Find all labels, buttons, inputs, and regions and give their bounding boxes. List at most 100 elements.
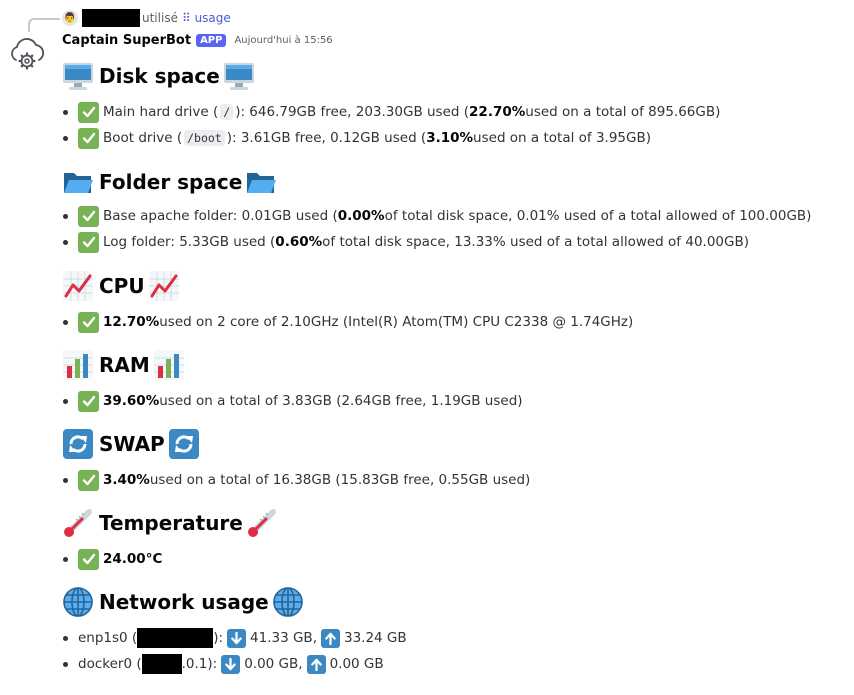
list-item: Boot drive (/boot): 3.61GB free, 0.12GB … [62, 125, 720, 151]
desktop-computer-icon [223, 60, 255, 92]
cpu-title: CPU [99, 274, 145, 298]
item-text: Boot drive ( [103, 130, 183, 146]
interface-name: enp1s0 ( [78, 630, 138, 646]
upload-value: 33.24 GB [343, 630, 407, 646]
temperature-title: Temperature [99, 511, 243, 535]
usage-percent: 12.70% [103, 314, 160, 330]
swap-heading: SWAP [62, 428, 530, 460]
swap-title: SWAP [99, 432, 165, 456]
bot-avatar-cloud-gear-icon[interactable] [6, 30, 48, 72]
open-folder-icon [245, 166, 277, 198]
usage-percent: 3.40% [103, 472, 150, 488]
usage-percent: 22.70% [469, 104, 526, 120]
redacted-ip [137, 628, 214, 648]
command-name: usage [194, 11, 231, 25]
inline-code: /boot [184, 130, 225, 146]
temperature-section: Temperature 24.00°C [62, 507, 278, 572]
cpu-section: CPU 12.70% used on 2 core of 2.10GHz (In… [62, 270, 633, 335]
globe-icon [272, 586, 304, 618]
cpu-heading: CPU [62, 270, 633, 302]
down-arrow-icon [227, 628, 247, 648]
bot-username[interactable]: Captain SuperBot [62, 33, 191, 48]
usage-percent: 39.60% [103, 393, 160, 409]
desktop-computer-icon [62, 60, 94, 92]
down-arrow-icon [221, 654, 241, 674]
slash-command-icon: ⠿ [181, 11, 191, 25]
item-text: used on a total of 895.66GB) [525, 104, 721, 120]
item-text: Main hard drive ( [103, 104, 219, 120]
up-arrow-icon [320, 628, 340, 648]
arrows-counterclockwise-icon [168, 428, 200, 460]
folder-section: Folder space Base apache folder: 0.01GB … [62, 166, 811, 255]
up-arrow-icon [306, 654, 326, 674]
app-badge: APP [196, 34, 227, 47]
check-mark-button-icon [78, 311, 99, 333]
ram-heading: RAM [62, 349, 523, 381]
disk-title: Disk space [99, 64, 220, 88]
message-timestamp[interactable]: Aujourd'hui à 15:56 [234, 35, 332, 46]
arrows-counterclockwise-icon [62, 428, 94, 460]
item-text: of total disk space, 13.33% used of a to… [322, 234, 749, 250]
message-header: Captain SuperBot APP Aujourd'hui à 15:56 [62, 33, 333, 48]
thermometer-icon [246, 507, 278, 539]
network-title: Network usage [99, 590, 269, 614]
usage-percent: 0.00% [337, 208, 385, 224]
network-heading: Network usage [62, 586, 407, 618]
item-text: ): [213, 630, 224, 646]
download-value: 41.33 GB, [250, 630, 317, 646]
disk-section: Disk space Main hard drive (/): 646.79GB… [62, 60, 720, 151]
download-value: 0.00 GB, [244, 656, 303, 672]
item-text: used on a total of 16.38GB (15.83GB free… [149, 472, 531, 488]
item-text: used on a total of 3.83GB (2.64GB free, … [159, 393, 523, 409]
check-mark-button-icon [78, 231, 99, 253]
folder-heading: Folder space [62, 166, 811, 198]
item-text: used on a total of 3.95GB) [473, 130, 651, 146]
swap-section: SWAP 3.40% used on a total of 16.38GB (1… [62, 428, 530, 493]
open-folder-icon [62, 166, 94, 198]
list-item: 39.60% used on a total of 3.83GB (2.64GB… [62, 388, 523, 414]
check-mark-button-icon [78, 101, 99, 123]
list-item: 24.00°C [62, 546, 278, 572]
item-text: of total disk space, 0.01% used of a tot… [384, 208, 812, 224]
item-text: ): [207, 656, 218, 672]
temperature-heading: Temperature [62, 507, 278, 539]
chart-increasing-icon [62, 270, 94, 302]
thermometer-icon [62, 507, 94, 539]
ram-section: RAM 39.60% used on a total of 3.83GB (2.… [62, 349, 523, 414]
ip-tail: .0.1 [181, 656, 208, 672]
usage-percent: 3.10% [426, 130, 474, 146]
check-mark-button-icon [78, 390, 99, 412]
reply-preview[interactable]: 👨 utilisé ⠿ usage [62, 9, 231, 27]
network-section: Network usage enp1s0 (): 41.33 GB, 33.24… [62, 586, 407, 677]
bar-chart-icon [153, 349, 185, 381]
disk-heading: Disk space [62, 60, 720, 92]
command-link[interactable]: ⠿ usage [182, 11, 231, 25]
ram-title: RAM [99, 353, 150, 377]
chart-increasing-icon [148, 270, 180, 302]
check-mark-button-icon [78, 127, 99, 149]
interface-name: docker0 ( [78, 656, 142, 672]
list-item: docker0 ( .0.1): 0.00 GB, 0.00 GB [62, 651, 407, 677]
upload-value: 0.00 GB [329, 656, 384, 672]
item-text: ): 646.79GB free, 203.30GB used ( [235, 104, 470, 120]
user-avatar-icon[interactable]: 👨 [62, 10, 78, 26]
bar-chart-icon [62, 349, 94, 381]
check-mark-button-icon [78, 205, 99, 227]
inline-code: / [220, 104, 234, 120]
item-text: Log folder: 5.33GB used ( [103, 234, 276, 250]
list-item: Base apache folder: 0.01GB used (0.00% o… [62, 203, 811, 229]
usage-percent: 0.60% [275, 234, 323, 250]
check-mark-button-icon [78, 548, 99, 570]
temperature-value: 24.00°C [103, 551, 163, 567]
globe-icon [62, 586, 94, 618]
redacted-username [82, 9, 140, 27]
folder-title: Folder space [99, 170, 243, 194]
redacted-ip [141, 654, 182, 674]
list-item: enp1s0 (): 41.33 GB, 33.24 GB [62, 625, 407, 651]
item-text: used on 2 core of 2.10GHz (Intel(R) Atom… [159, 314, 634, 330]
list-item: Main hard drive (/): 646.79GB free, 203.… [62, 99, 720, 125]
check-mark-button-icon [78, 469, 99, 491]
reply-verb: utilisé [142, 11, 178, 25]
item-text: ): 3.61GB free, 0.12GB used ( [226, 130, 427, 146]
list-item: Log folder: 5.33GB used (0.60% of total … [62, 229, 811, 255]
